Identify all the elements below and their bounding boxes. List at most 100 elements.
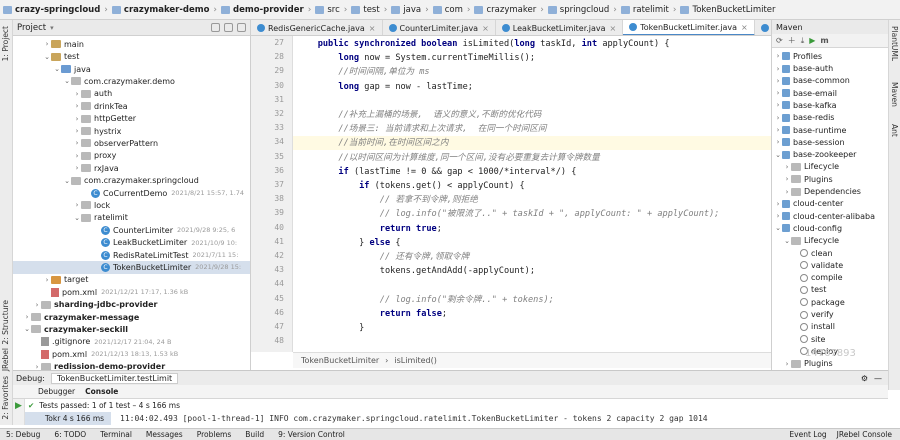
breadcrumb-item[interactable]: java [388, 5, 424, 15]
ant-tool-tab[interactable]: Ant [890, 124, 899, 137]
tree-row[interactable]: › httpGetter [13, 112, 250, 125]
tree-row[interactable]: › drinkTea [13, 100, 250, 113]
bottom-right-tab[interactable]: Event Log [789, 430, 826, 439]
chevron-right-icon[interactable]: › [33, 363, 41, 370]
maven-tree-item[interactable]: › Profiles [772, 50, 888, 63]
tree-row[interactable]: › hystrix [13, 125, 250, 138]
maven-tree-item[interactable]: validate [772, 259, 888, 272]
bottom-tool-tab[interactable]: Problems [197, 430, 232, 439]
chevron-right-icon[interactable]: › [73, 115, 81, 123]
jrebel-tool-tab[interactable]: JRebel [1, 348, 10, 371]
tree-row[interactable]: › crazymaker-message [13, 311, 250, 324]
maven-tree-item[interactable]: verify [772, 308, 888, 321]
maven-tree-item[interactable]: clean [772, 247, 888, 260]
chevron-right-icon[interactable]: › [774, 126, 782, 134]
tree-row[interactable]: › proxy [13, 150, 250, 163]
breadcrumb-item[interactable]: com [430, 5, 466, 15]
tree-row[interactable]: › observerPattern [13, 137, 250, 150]
tree-row[interactable]: C LeakBucketLimiter 2021/10/9 10: [13, 236, 250, 249]
maven-tree-item[interactable]: › Plugins [772, 358, 888, 371]
chevron-right-icon[interactable]: › [774, 65, 782, 73]
maven-tool-tab[interactable]: Maven [890, 82, 899, 107]
chevron-down-icon[interactable]: ⌄ [774, 224, 782, 232]
chevron-right-icon[interactable]: › [783, 188, 791, 196]
chevron-right-icon[interactable]: › [774, 200, 782, 208]
maven-tree-item[interactable]: ⌄ base-zookeeper [772, 148, 888, 161]
code-editor[interactable]: public synchronized boolean isLimited(lo… [293, 36, 771, 352]
maven-tree-item[interactable]: › base-auth [772, 62, 888, 75]
chevron-right-icon[interactable]: › [23, 313, 31, 321]
editor-tab[interactable]: NullCache.java× [755, 20, 771, 35]
maven-tree-item[interactable]: ⌄ cloud-config [772, 222, 888, 235]
bottom-tool-tab[interactable]: Terminal [100, 430, 132, 439]
bottom-tool-tab[interactable]: 6: TODO [54, 430, 86, 439]
download-icon[interactable]: ⤓ [801, 36, 805, 46]
chevron-right-icon[interactable]: › [783, 175, 791, 183]
close-icon[interactable]: × [482, 24, 489, 33]
chevron-down-icon[interactable]: ▾ [50, 24, 54, 32]
close-icon[interactable]: × [369, 24, 376, 33]
chevron-down-icon[interactable]: ⌄ [63, 177, 71, 185]
rerun-icon[interactable]: ▶ [15, 401, 22, 411]
maven-tree-item[interactable]: › base-kafka [772, 99, 888, 112]
gear-icon[interactable]: ⚙ [861, 374, 868, 383]
structure-tool-tab[interactable]: 2: Structure [1, 300, 10, 345]
maven-tree-item[interactable]: › Plugins [772, 173, 888, 186]
breadcrumb-item[interactable]: crazymaker-demo [109, 5, 213, 15]
tree-row[interactable]: › auth [13, 88, 250, 101]
chevron-right-icon[interactable]: › [774, 114, 782, 122]
editor-method-crumb[interactable]: isLimited() [394, 356, 436, 365]
maven-tree-item[interactable]: › cloud-center-alibaba [772, 210, 888, 223]
chevron-right-icon[interactable]: › [774, 101, 782, 109]
close-icon[interactable]: × [741, 23, 748, 32]
chevron-right-icon[interactable]: › [33, 301, 41, 309]
tree-row[interactable]: › redission-demo-provider [13, 360, 250, 370]
editor-class-crumb[interactable]: TokenBucketLimiter [301, 356, 379, 365]
breadcrumb-item[interactable]: crazy-springcloud [0, 5, 103, 15]
maven-tree-item[interactable]: test [772, 284, 888, 297]
collapse-all-icon[interactable] [224, 23, 233, 32]
debug-config-tab[interactable]: TokenBucketLimiter.testLimit [51, 372, 179, 384]
tree-row[interactable]: › sharding-jdbc-provider [13, 298, 250, 311]
chevron-right-icon[interactable]: › [43, 40, 51, 48]
editor-tab[interactable]: TokenBucketLimiter.java × [623, 20, 755, 35]
breadcrumb-item[interactable]: test [348, 5, 382, 15]
chevron-right-icon[interactable]: › [783, 360, 791, 368]
maven-tree-item[interactable]: › base-runtime [772, 124, 888, 137]
chevron-right-icon[interactable]: › [783, 163, 791, 171]
chevron-right-icon[interactable]: › [73, 102, 81, 110]
breadcrumb-item[interactable]: crazymaker [471, 5, 539, 15]
chevron-right-icon[interactable]: › [774, 52, 782, 60]
maven-tree-item[interactable]: site [772, 333, 888, 346]
chevron-right-icon[interactable]: › [73, 127, 81, 135]
chevron-right-icon[interactable]: › [774, 77, 782, 85]
chevron-down-icon[interactable]: ⌄ [63, 77, 71, 85]
chevron-right-icon[interactable]: › [73, 90, 81, 98]
maven-tree-item[interactable]: install [772, 321, 888, 334]
tree-row[interactable]: ⌄ test [13, 50, 250, 63]
maven-tree-item[interactable]: › Lifecycle [772, 161, 888, 174]
maven-m-icon[interactable]: m [820, 36, 828, 45]
bottom-tool-tab[interactable]: Messages [146, 430, 183, 439]
add-icon[interactable]: ＋ [788, 35, 796, 46]
breadcrumb-item[interactable]: springcloud [545, 5, 612, 15]
breadcrumb-item[interactable]: TokenBucketLimiter [677, 5, 778, 15]
bottom-right-tab[interactable]: JRebel Console [837, 430, 892, 439]
editor-tab[interactable]: RedisGenericCache.java × [251, 20, 383, 35]
tree-row[interactable]: ⌄ ratelimit [13, 212, 250, 225]
tree-row[interactable]: ⌄ java [13, 63, 250, 76]
editor-tab[interactable]: LeakBucketLimiter.java × [496, 20, 624, 35]
debugger-tab[interactable]: Debugger [38, 387, 75, 396]
tree-row[interactable]: ⌄ crazymaker-seckill [13, 323, 250, 336]
maven-tree-item[interactable]: ⌄ Lifecycle [772, 235, 888, 248]
tree-row[interactable]: ⌄ com.crazymaker.demo [13, 75, 250, 88]
test-run-entry[interactable]: Tokr 4 s 166 ms [25, 412, 111, 425]
chevron-right-icon[interactable]: › [43, 276, 51, 284]
chevron-right-icon[interactable]: › [73, 201, 81, 209]
maven-tree-item[interactable]: › base-session [772, 136, 888, 149]
plantuml-tool-tab[interactable]: PlantUML [890, 26, 899, 61]
project-tool-tab[interactable]: 1: Project [1, 26, 10, 61]
console-tab[interactable]: Console [85, 387, 118, 396]
tree-row[interactable]: C CounterLimiter 2021/9/28 9:25, 6 [13, 224, 250, 237]
maven-tree-item[interactable]: › base-redis [772, 112, 888, 125]
